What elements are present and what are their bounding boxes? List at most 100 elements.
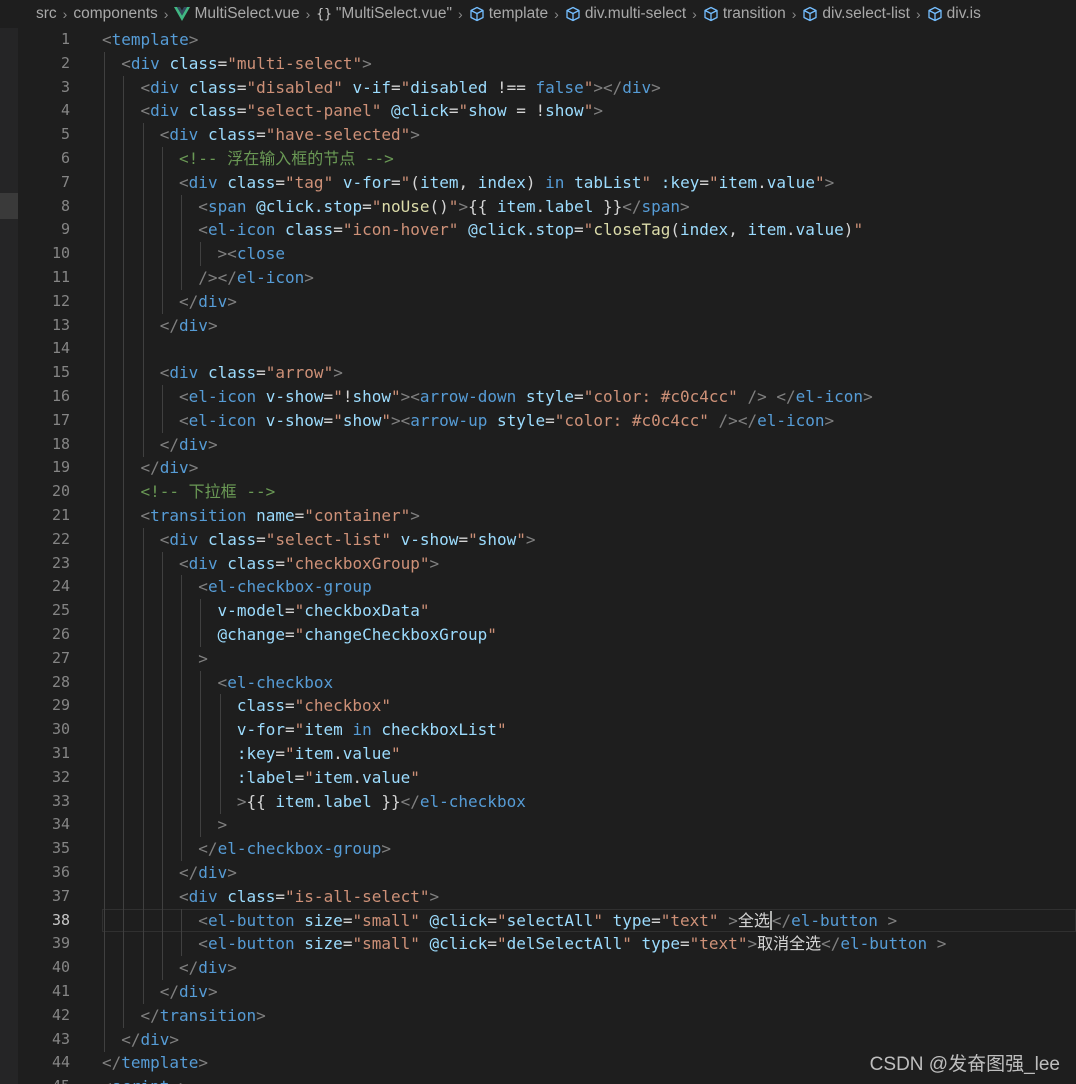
code-token: " [516, 529, 526, 549]
code-line[interactable]: 39 <el-button size="small" @click="delSel… [18, 932, 1076, 957]
code-line[interactable]: 31:key="item.value" [18, 742, 1076, 766]
code-line[interactable]: 14 [18, 337, 1076, 362]
code-line[interactable]: 30 v-for="item in checkboxList" [18, 718, 1076, 743]
code-text: </div> [160, 314, 218, 338]
code-line[interactable]: 17 <el-icon v-show="show"><arrow-up style… [18, 408, 1076, 433]
code-token: show [545, 101, 584, 121]
code-line[interactable]: 43 </div> [18, 1027, 1076, 1052]
code-line[interactable]: 12 </div> [18, 289, 1076, 314]
code-line[interactable]: 45 <script > [18, 1075, 1076, 1084]
code-line[interactable]: 3 <div class="disabled" v-if="disabled !=… [18, 75, 1076, 100]
indent-guide [181, 266, 183, 290]
code-line[interactable]: 18 </div> [18, 432, 1076, 457]
code-line[interactable]: 23 <div class="checkboxGroup"> [18, 551, 1076, 576]
code-token: < [179, 886, 189, 906]
code-line[interactable]: 9 <el-icon class="icon-hover" @click.stop… [18, 218, 1076, 243]
breadcrumb-item[interactable]: src [36, 5, 57, 23]
indent-guide [142, 266, 144, 290]
indent-guide [161, 718, 163, 743]
code-line[interactable]: 25 v-model="checkboxData" [18, 599, 1076, 624]
code-token: div [140, 1029, 170, 1049]
code-line[interactable]: 10 ><close [18, 242, 1076, 267]
code-text: <div class="select-list" v-show="show"> [160, 528, 536, 552]
indent-guide [181, 242, 183, 267]
code-token: noUse [381, 196, 430, 216]
code-token: el-icon [188, 387, 257, 406]
code-area: <div class="is-all-select"> [102, 884, 1076, 909]
code-editor[interactable]: 1 <template> 2 <div class="multi-select"> 3 <… [18, 28, 1076, 1084]
code-line[interactable]: 34 > [18, 813, 1076, 838]
code-line[interactable]: 21 <transition name="container"> [18, 504, 1076, 528]
line-number: 34 [51, 815, 70, 834]
code-token: </ [771, 910, 792, 930]
code-area: <span @click.stop="noUse()">{{ item.labe… [102, 194, 1076, 219]
breadcrumb-item[interactable]: div.multi-select [565, 5, 686, 23]
breadcrumb-item[interactable]: {} "MultiSelect.vue" [316, 5, 452, 23]
code-token: = [487, 934, 497, 954]
indent-guide [104, 1003, 105, 1028]
code-area: </el-checkbox-group> [102, 837, 1076, 862]
code-line[interactable]: 37 <div class="is-all-select"> [18, 884, 1076, 909]
code-text: <div class="tag" v-for="(item, index) in… [179, 171, 834, 195]
code-line[interactable]: 19 </div> [18, 456, 1076, 481]
code-line[interactable]: 20 <!-- 下拉框 --> [18, 480, 1076, 505]
code-line[interactable]: 33 >{{ item.label }}</el-checkbox [18, 789, 1076, 814]
code-text: >{{ item.label }}</el-checkbox [237, 790, 526, 814]
code-line[interactable]: 41 </div> [18, 980, 1076, 1004]
code-line[interactable]: 5 <div class="have-selected"> [18, 123, 1076, 148]
code-line[interactable]: 6 <!-- 浮在输入框的节点 --> [18, 147, 1076, 171]
code-token: " [468, 529, 478, 549]
indent-guide [161, 932, 163, 957]
indent-guide [142, 361, 144, 386]
code-token: = [574, 220, 584, 240]
indent-guide [181, 813, 183, 838]
code-line[interactable]: 42 </transition> [18, 1003, 1076, 1028]
code-line[interactable]: 32:label="item.value" [18, 765, 1076, 790]
code-line[interactable]: 26 @change="changeCheckboxGroup" [18, 623, 1076, 647]
code-line[interactable]: 1 <template> [18, 28, 1076, 52]
breadcrumb-item[interactable]: div.is [927, 5, 981, 23]
code-line[interactable]: 16 <el-icon v-show="!show"><arrow-down st… [18, 385, 1076, 409]
breadcrumb-item[interactable]: template [469, 5, 548, 23]
code-line[interactable]: 4 <div class="select-panel" @click="show … [18, 99, 1076, 124]
indent-guide [104, 218, 105, 243]
breadcrumb-item[interactable]: div.select-list [802, 5, 910, 23]
code-line[interactable]: 35 </el-checkbox-group> [18, 837, 1076, 862]
breadcrumb-label: components [73, 5, 158, 22]
code-line[interactable]: 36 </div> [18, 861, 1076, 885]
breadcrumb-label: transition [722, 5, 786, 22]
line-number: 37 [51, 886, 70, 905]
code-text: <div class="select-panel" @click="show =… [141, 99, 603, 123]
code-line[interactable]: 11 /></el-icon> [18, 266, 1076, 290]
breadcrumb-item[interactable]: components [73, 5, 157, 23]
breadcrumb-item[interactable]: transition [703, 5, 786, 23]
breadcrumb-item[interactable]: MultiSelect.vue [174, 5, 300, 23]
indent-guide [104, 551, 105, 576]
code-line[interactable]: 27 > [18, 646, 1076, 671]
indent-guide [181, 646, 183, 671]
code-token: = [284, 625, 295, 644]
code-line[interactable]: 13 </div> [18, 313, 1076, 338]
code-line[interactable]: 8 <span @click.stop="noUse()">{{ item.lab… [18, 194, 1076, 219]
code-line[interactable]: 7 <div class="tag" v-for="(item, index) i… [18, 170, 1076, 195]
code-line[interactable]: 22 <div class="select-list" v-show="show"… [18, 527, 1076, 552]
indent-guide [104, 670, 105, 695]
code-token: . [333, 744, 343, 763]
code-line[interactable]: 28 <el-checkbox [18, 670, 1076, 695]
code-token: < [121, 53, 131, 73]
code-line[interactable]: 38 <el-button size="small" @click="select… [18, 908, 1076, 933]
code-text: :key="item.value" [237, 742, 401, 766]
code-token: = [487, 910, 497, 930]
code-line[interactable]: 2 <div class="multi-select"> [18, 51, 1076, 76]
code-line[interactable]: 24 <el-checkbox-group [18, 575, 1076, 600]
code-token: tabList [574, 172, 642, 192]
code-token: < [179, 387, 189, 406]
code-line[interactable]: 15 <div class="arrow"> [18, 361, 1076, 386]
code-line[interactable]: 40 </div> [18, 956, 1076, 981]
code-line[interactable]: 29 class="checkbox" [18, 694, 1076, 719]
code-token: = [391, 172, 401, 192]
